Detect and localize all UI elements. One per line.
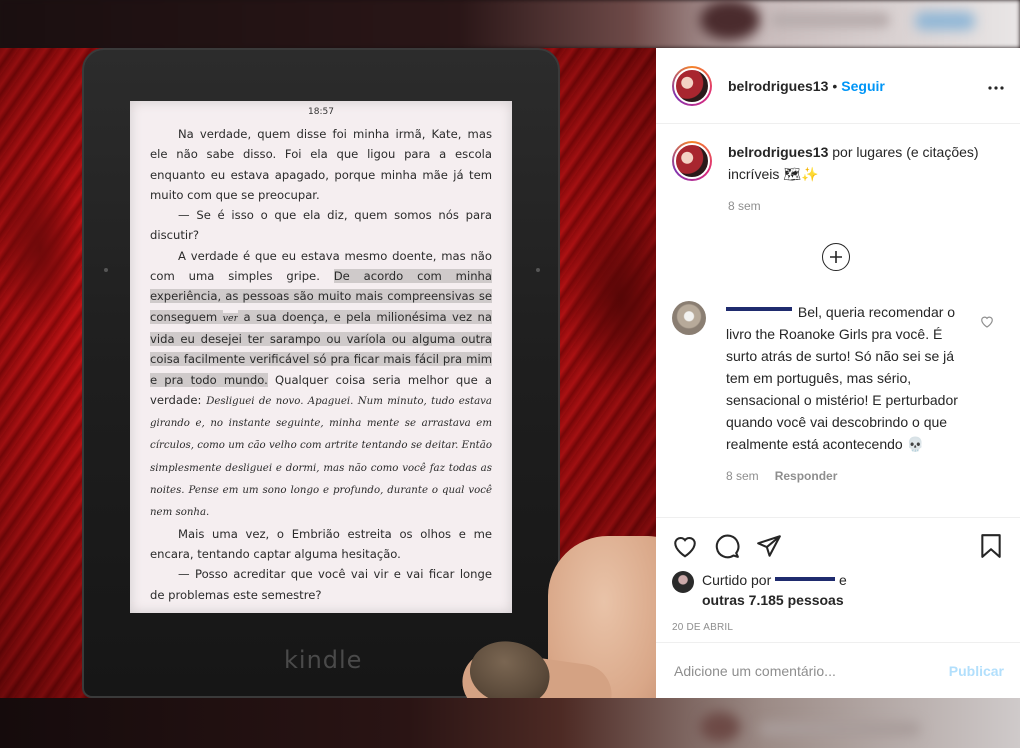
- highlighted-italic-word: ver: [222, 312, 239, 324]
- kindle-device: 18:57 Na verdade, quem disse foi minha i…: [82, 48, 560, 698]
- comment-item: Bel, queria recomendar o livro the Roano…: [672, 301, 1004, 483]
- story-ring[interactable]: [672, 141, 712, 181]
- post-date[interactable]: 20 DE ABRIL: [672, 622, 1004, 633]
- post-header: belrodrigues13 • Seguir: [656, 48, 1020, 124]
- redacted-username: [726, 307, 792, 311]
- caption-username-link[interactable]: belrodrigues13: [728, 144, 828, 160]
- caption-meta: 8 sem: [728, 199, 1004, 213]
- comments-section[interactable]: belrodrigues13 por lugares (e citações) …: [656, 125, 1020, 517]
- share-paper-plane-icon[interactable]: [756, 533, 782, 559]
- ereader-screen: 18:57 Na verdade, quem disse foi minha i…: [130, 101, 512, 613]
- username-link[interactable]: belrodrigues13: [728, 78, 828, 94]
- blurred-text-bottom: [760, 722, 920, 736]
- liked-by-prefix: Curtido por: [702, 572, 772, 588]
- book-paragraph: — Se é isso o que ela diz, quem somos nó…: [150, 208, 492, 243]
- reply-button[interactable]: Responder: [775, 469, 838, 483]
- blurred-avatar: [700, 0, 760, 40]
- caption-text: belrodrigues13 por lugares (e citações) …: [728, 141, 1004, 185]
- post-actions: Curtido por e outras 7.185 pessoas 20 DE…: [656, 517, 1020, 633]
- more-options-icon[interactable]: [988, 77, 1004, 95]
- action-icons: [672, 530, 1004, 562]
- comment-meta: 8 sem Responder: [726, 469, 966, 483]
- separator-dot: •: [832, 77, 838, 94]
- book-paragraph: Mais uma vez, o Embrião estreita os olho…: [150, 526, 492, 561]
- load-more-comments-icon[interactable]: [822, 243, 850, 271]
- book-page: Na verdade, quem disse foi minha irmã, K…: [150, 124, 493, 605]
- save-bookmark-icon[interactable]: [978, 533, 1004, 559]
- liked-by-suffix: e: [839, 572, 847, 588]
- book-paragraph-highlighted: A verdade é que eu estava mesmo doente, …: [150, 246, 493, 524]
- redacted-liker: [775, 577, 836, 581]
- blurred-follow-button: [915, 12, 975, 30]
- publish-button[interactable]: Publicar: [949, 663, 1004, 679]
- story-ring[interactable]: [672, 65, 712, 106]
- comment-body: Bel, queria recomendar o livro the Roano…: [726, 304, 958, 452]
- post-photo[interactable]: 18:57 Na verdade, quem disse foi minha i…: [0, 48, 656, 698]
- post-caption: belrodrigues13 por lugares (e citações) …: [672, 141, 1004, 213]
- comment-timestamp[interactable]: 8 sem: [726, 469, 759, 483]
- kindle-sensor-dot: [104, 268, 108, 272]
- liker-avatar[interactable]: [672, 571, 694, 593]
- comment-input[interactable]: [674, 662, 949, 679]
- follow-button[interactable]: Seguir: [841, 78, 885, 94]
- comment-text: Bel, queria recomendar o livro the Roano…: [726, 301, 966, 455]
- avatar[interactable]: [674, 143, 710, 179]
- add-comment-bar: Publicar: [656, 642, 1020, 698]
- blurred-avatar-bottom: [700, 712, 740, 742]
- book-paragraph: — Posso acreditar que você vai vir e vai…: [150, 567, 492, 602]
- book-italic-text: Desliguei de novo. Apaguei. Num minuto, …: [150, 395, 493, 519]
- blurred-username: [770, 12, 890, 28]
- kindle-sensor-dot: [536, 268, 540, 272]
- post-side-panel: belrodrigues13 • Seguir belrodrigues13 p…: [656, 48, 1020, 698]
- comment-bubble-icon[interactable]: [714, 533, 740, 559]
- others-likes-link[interactable]: outras 7.185 pessoas: [702, 592, 844, 608]
- avatar[interactable]: [674, 67, 710, 104]
- book-paragraph: Na verdade, quem disse foi minha irmã, K…: [150, 127, 492, 202]
- like-heart-icon[interactable]: [672, 533, 698, 559]
- ereader-clock: 18:57: [308, 107, 334, 117]
- comment-like-icon[interactable]: [980, 315, 994, 333]
- caption-timestamp[interactable]: 8 sem: [728, 199, 761, 213]
- kindle-logo: kindle: [284, 646, 363, 674]
- likes-summary: Curtido por e outras 7.185 pessoas: [672, 570, 1004, 610]
- commenter-avatar[interactable]: [672, 301, 706, 335]
